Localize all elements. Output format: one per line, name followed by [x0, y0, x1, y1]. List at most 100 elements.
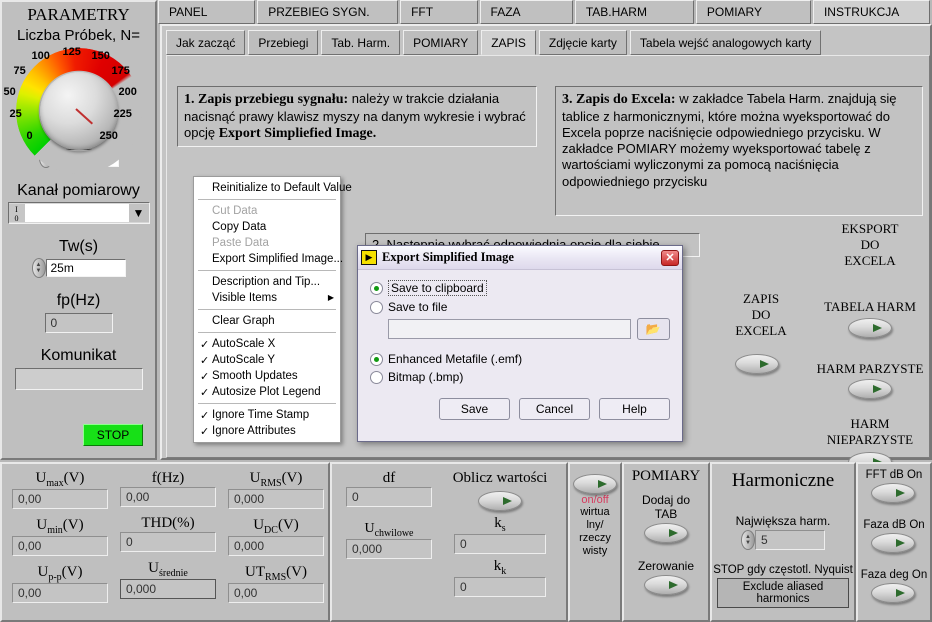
labview-export-icon: ▶	[361, 250, 377, 265]
thd-unit: (%)	[172, 515, 195, 531]
zapis-do-excela-button[interactable]	[735, 354, 779, 374]
tw-stepper[interactable]: ▲ ▼	[31, 258, 46, 278]
instruction-step-1: 1. Zapis przebiegu sygnału: należy w tra…	[177, 86, 537, 148]
tab-panel[interactable]: PANEL	[158, 0, 256, 24]
ks-label: ks	[440, 515, 560, 534]
outer-tab-bar[interactable]: PANEL PRZEBIEG SYGN. FFT FAZA TAB.HARM P…	[158, 0, 932, 26]
chevron-down-icon[interactable]: ▼	[128, 204, 149, 222]
radio-icon[interactable]	[370, 352, 383, 366]
radio-save-to-file[interactable]: Save to file	[370, 300, 670, 314]
menu-item-ignore-attributes[interactable]: ✓ Ignore Attributes	[194, 423, 340, 439]
oblicz-wartosci-label: Oblicz wartości	[452, 470, 548, 486]
faza-db-on-button[interactable]	[871, 533, 915, 553]
subtab-tabela-wejsc[interactable]: Tabela wejść analogowych karty	[629, 30, 822, 55]
tab-tab-harm[interactable]: TAB.HARM	[574, 0, 694, 24]
stepper-down-icon[interactable]: ▼	[745, 540, 751, 546]
tab-fft[interactable]: FFT	[400, 0, 478, 24]
harmoniczne-title: Harmoniczne	[731, 470, 835, 491]
graph-context-menu[interactable]: Reinitialize to Default Value Cut Data C…	[193, 176, 352, 443]
checkmark-icon: ✓	[200, 355, 210, 367]
subtab-zapis[interactable]: ZAPIS	[481, 30, 536, 55]
radio-enhanced-metafile[interactable]: Enhanced Metafile (.emf)	[370, 352, 670, 366]
radio-icon[interactable]	[370, 300, 383, 314]
radio-save-to-clipboard[interactable]: Save to clipboard	[370, 280, 670, 296]
desc-line: lny/	[586, 519, 604, 531]
faza-deg-on-label: Faza deg On	[860, 569, 928, 581]
close-icon[interactable]: ✕	[661, 249, 679, 266]
radio-bitmap[interactable]: Bitmap (.bmp)	[370, 370, 670, 384]
subtab-jak-zaczac[interactable]: Jak zacząć	[166, 30, 246, 55]
subtab-tab-harm[interactable]: Tab. Harm.	[321, 30, 401, 55]
harm-parzyste-button[interactable]	[848, 379, 892, 399]
tab-faza[interactable]: FAZA	[479, 0, 573, 24]
utrms-unit: (V)	[286, 564, 307, 580]
usrednie-sub: średnie	[158, 568, 188, 579]
dialog-button-row[interactable]: Save Cancel Help	[370, 398, 670, 420]
exclude-aliased-harmonics-field[interactable]: Exclude aliased harmonics	[717, 578, 849, 608]
thd-label: THD(%)	[120, 515, 216, 532]
menu-item-export-simplified-image[interactable]: Export Simplified Image...	[194, 251, 343, 267]
dodaj-do-tab-button[interactable]	[644, 523, 688, 543]
tab-instrukcja[interactable]: INSTRUKCJA	[812, 0, 931, 24]
cancel-button[interactable]: Cancel	[519, 398, 590, 420]
knob-tick-label: 100	[31, 50, 50, 62]
menu-item-autoscale-y[interactable]: ✓ AutoScale Y	[194, 352, 340, 368]
urms-unit: (V)	[281, 470, 303, 486]
channel-value[interactable]	[24, 204, 129, 222]
desc-line: wisty	[582, 545, 608, 557]
harmoniczne-panel: Harmoniczne Największa harm. ▲ ▼ 5 STOP g…	[710, 462, 856, 622]
stepper-down-icon[interactable]: ▼	[36, 268, 42, 274]
udc-value: 0,000	[228, 536, 324, 556]
instruction-3-heading: 3. Zapis do Excela:	[562, 92, 676, 107]
virtual-real-toggle[interactable]	[573, 474, 617, 494]
tw-input[interactable]: 25m	[45, 259, 126, 277]
menu-item-reinitialize[interactable]: Reinitialize to Default Value	[194, 180, 352, 196]
subtab-przebiegi[interactable]: Przebiegi	[248, 30, 319, 55]
f-value: 0,00	[120, 487, 216, 507]
max-harm-value[interactable]: 5	[755, 530, 825, 550]
fft-db-on-button[interactable]	[871, 483, 915, 503]
radio-label: Enhanced Metafile (.emf)	[388, 352, 523, 366]
subtab-pomiary[interactable]: POMIARY	[403, 30, 479, 55]
menu-item-ignore-time-stamp[interactable]: ✓ Ignore Time Stamp	[194, 407, 340, 423]
faza-deg-on-button[interactable]	[871, 583, 915, 603]
radio-label: Bitmap (.bmp)	[388, 370, 464, 384]
oblicz-wartosci-button[interactable]	[478, 491, 522, 511]
dialog-title: Export Simplified Image	[382, 250, 514, 264]
menu-item-copy-data[interactable]: Copy Data	[194, 219, 340, 235]
radio-icon[interactable]	[370, 370, 383, 384]
tw-label: Tw(s)	[58, 238, 99, 255]
knob-tick-label: 150	[91, 50, 110, 62]
menu-item-visible-items[interactable]: Visible Items ▶	[194, 290, 340, 306]
samples-knob[interactable]: 0 25 50 75 100 125 150 175 200 225 250	[4, 46, 154, 174]
subtab-zdjecie-karty[interactable]: Zdjęcie karty	[538, 30, 627, 55]
io-icon: I0	[8, 204, 25, 223]
stop-button[interactable]: STOP	[83, 424, 143, 446]
channel-select[interactable]: I0 ▼	[7, 202, 150, 224]
save-button[interactable]: Save	[439, 398, 510, 420]
menu-item-description-and-tip[interactable]: Description and Tip...	[194, 274, 340, 290]
tab-przebieg-sygn[interactable]: PRZEBIEG SYGN.	[257, 0, 399, 24]
inner-tab-bar[interactable]: Jak zacząć Przebiegi Tab. Harm. POMIARY …	[166, 30, 824, 56]
tabela-harm-label: TABELA HARM	[824, 299, 916, 314]
file-path-row[interactable]: 📂	[388, 318, 670, 340]
max-harm-stepper[interactable]: ▲ ▼	[741, 530, 755, 550]
umax-value: 0,00	[12, 489, 108, 509]
dialog-title-bar[interactable]: ▶ Export Simplified Image ✕	[358, 246, 682, 270]
nyquist-label: STOP gdy częstotl. Nyquist	[713, 564, 853, 576]
help-button[interactable]: Help	[599, 398, 670, 420]
menu-item-autosize-plot-legend[interactable]: ✓ Autosize Plot Legend	[194, 384, 340, 400]
samples-label: Liczba Próbek, N=	[17, 27, 140, 44]
radio-icon[interactable]	[370, 281, 383, 295]
folder-icon[interactable]: 📂	[636, 318, 670, 340]
menu-item-clear-graph[interactable]: Clear Graph	[194, 313, 340, 329]
tab-pomiary[interactable]: POMIARY	[695, 0, 811, 24]
export-simplified-image-dialog[interactable]: ▶ Export Simplified Image ✕ Save to clip…	[357, 245, 683, 442]
file-path-input[interactable]	[388, 319, 631, 339]
radio-label: Save to file	[388, 300, 448, 314]
menu-item-smooth-updates[interactable]: ✓ Smooth Updates	[194, 368, 340, 384]
knob-tick-label: 250	[99, 130, 118, 142]
tabela-harm-button[interactable]	[848, 318, 892, 338]
menu-item-autoscale-x[interactable]: ✓ AutoScale X	[194, 336, 340, 352]
zerowanie-button[interactable]	[644, 575, 688, 595]
